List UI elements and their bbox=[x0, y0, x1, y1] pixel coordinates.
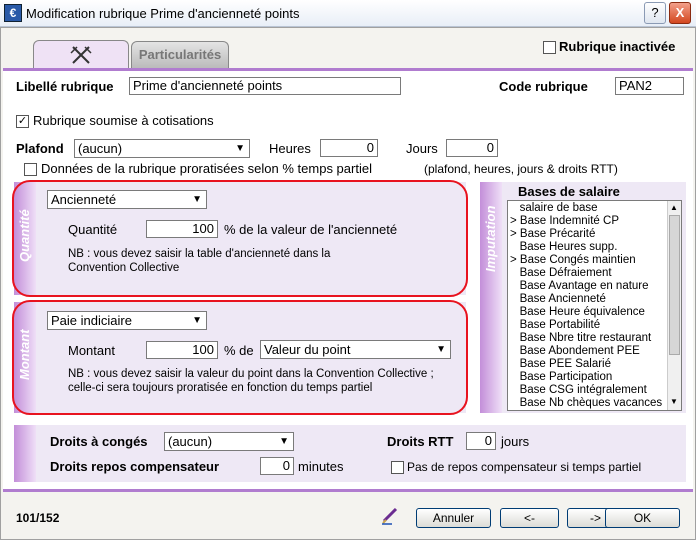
chevron-down-icon: ▼ bbox=[436, 344, 446, 355]
montant-type-selected: Paie indiciaire bbox=[51, 313, 132, 328]
help-button[interactable]: ? bbox=[644, 2, 666, 24]
prorata-checkbox[interactable] bbox=[24, 163, 37, 176]
window-title: Modification rubrique Prime d'ancienneté… bbox=[26, 6, 300, 21]
droits-conges-label: Droits à congés bbox=[50, 434, 148, 449]
list-item[interactable]: Base CSG intégralement bbox=[508, 384, 668, 397]
montant-suffix: % de bbox=[224, 343, 254, 358]
tab-particularites[interactable]: Particularités bbox=[131, 41, 229, 69]
list-item[interactable]: Base Avantage en nature bbox=[508, 280, 668, 293]
jours-input[interactable]: 0 bbox=[446, 139, 498, 157]
droits-rtt-label: Droits RTT bbox=[387, 434, 454, 449]
list-scrollbar[interactable]: ▲ ▼ bbox=[667, 201, 681, 410]
code-label: Code rubrique bbox=[499, 79, 588, 94]
prorata-note: (plafond, heures, jours & droits RTT) bbox=[424, 162, 618, 176]
chevron-down-icon: ▼ bbox=[235, 143, 245, 154]
rubrique-inactivee-label: Rubrique inactivée bbox=[559, 39, 676, 54]
bases-salaire-title: Bases de salaire bbox=[518, 184, 620, 199]
list-item[interactable]: salaire de base bbox=[508, 202, 668, 215]
imputation-side-bar: Imputation bbox=[480, 182, 502, 413]
chevron-down-icon: ▼ bbox=[192, 194, 202, 205]
scroll-up-icon[interactable]: ▲ bbox=[670, 203, 678, 212]
ok-button[interactable]: OK bbox=[605, 508, 680, 528]
plafond-label: Plafond bbox=[16, 141, 64, 156]
droits-rtt-suffix: jours bbox=[501, 434, 530, 449]
list-item[interactable]: Base Heure équivalence bbox=[508, 306, 668, 319]
list-item[interactable]: Base Nbre titre restaurant bbox=[508, 332, 668, 345]
jours-label: Jours bbox=[406, 141, 438, 156]
montant-note: NB : vous devez saisir la valeur du poin… bbox=[68, 368, 434, 394]
quantite-field-label: Quantité bbox=[68, 222, 118, 237]
droits-rtt-input[interactable]: 0 bbox=[466, 432, 496, 450]
footer-divider bbox=[3, 489, 693, 492]
plafond-select[interactable]: (aucun) ▼ bbox=[74, 139, 250, 158]
chevron-down-icon: ▼ bbox=[192, 315, 202, 326]
scroll-down-icon[interactable]: ▼ bbox=[670, 397, 678, 406]
pas-repos-checkbox[interactable] bbox=[391, 461, 404, 474]
droits-repos-suffix: minutes bbox=[298, 459, 344, 474]
previous-button[interactable]: <- bbox=[500, 508, 559, 528]
scroll-thumb[interactable] bbox=[669, 215, 680, 355]
quantite-type-selected: Ancienneté bbox=[51, 192, 117, 207]
list-item[interactable]: > Base Précarité bbox=[508, 228, 668, 241]
list-item[interactable]: Base Nb chèques vacances bbox=[508, 397, 668, 410]
montant-field-label: Montant bbox=[68, 343, 115, 358]
record-counter: 101/152 bbox=[16, 511, 60, 525]
annuler-button[interactable]: Annuler bbox=[416, 508, 491, 528]
list-item[interactable]: Base Ancienneté bbox=[508, 293, 668, 306]
list-item[interactable]: > Base Congés maintien bbox=[508, 254, 668, 267]
app-icon: € bbox=[4, 4, 22, 22]
rubrique-inactivee-checkbox[interactable] bbox=[543, 41, 556, 54]
quantite-suffix: % de la valeur de l'ancienneté bbox=[224, 222, 398, 237]
droits-conges-selected: (aucun) bbox=[168, 434, 213, 449]
list-item[interactable]: Base Participation bbox=[508, 371, 668, 384]
imputation-side-label: Imputation bbox=[483, 205, 498, 272]
quantite-note: NB : vous devez saisir la table d'ancien… bbox=[68, 248, 331, 274]
montant-input[interactable]: 100 bbox=[146, 341, 218, 359]
list-item[interactable]: Base Portabilité bbox=[508, 319, 668, 332]
pencil-icon[interactable] bbox=[380, 505, 400, 525]
heures-input[interactable]: 0 bbox=[320, 139, 378, 157]
cotisations-label: Rubrique soumise à cotisations bbox=[33, 113, 214, 128]
droits-repos-label: Droits repos compensateur bbox=[50, 459, 220, 474]
bases-salaire-list[interactable]: salaire de base > Base Indemnité CP > Ba… bbox=[507, 200, 682, 411]
close-button[interactable]: X bbox=[669, 2, 691, 24]
chevron-down-icon: ▼ bbox=[279, 436, 289, 447]
quantite-input[interactable]: 100 bbox=[146, 220, 218, 238]
droits-conges-select[interactable]: (aucun) ▼ bbox=[164, 432, 294, 451]
droits-repos-input[interactable]: 0 bbox=[260, 457, 294, 475]
montant-type-select[interactable]: Paie indiciaire ▼ bbox=[47, 311, 207, 330]
libelle-label: Libellé rubrique bbox=[16, 79, 114, 94]
tab-general[interactable] bbox=[33, 40, 129, 68]
pas-repos-label: Pas de repos compensateur si temps parti… bbox=[407, 460, 642, 474]
list-item[interactable]: > Base Indemnité CP bbox=[508, 215, 668, 228]
tools-icon bbox=[70, 46, 92, 64]
plafond-selected: (aucun) bbox=[78, 141, 123, 156]
list-item[interactable]: Base Abondement PEE bbox=[508, 345, 668, 358]
title-bar: € Modification rubrique Prime d'ancienne… bbox=[0, 0, 696, 27]
code-input[interactable]: PAN2 bbox=[615, 77, 684, 95]
montant-base-select[interactable]: Valeur du point ▼ bbox=[260, 340, 451, 359]
list-item[interactable]: Base Défraiement bbox=[508, 267, 668, 280]
cotisations-checkbox[interactable]: ✓ bbox=[16, 115, 29, 128]
quantite-type-select[interactable]: Ancienneté ▼ bbox=[47, 190, 207, 209]
list-item[interactable]: Base Heures supp. bbox=[508, 241, 668, 254]
list-item[interactable]: Base PEE Salarié bbox=[508, 358, 668, 371]
prorata-label: Données de la rubrique proratisées selon… bbox=[41, 161, 372, 176]
heures-label: Heures bbox=[269, 141, 311, 156]
droits-side-bar bbox=[14, 425, 36, 482]
montant-base-selected: Valeur du point bbox=[264, 342, 351, 357]
libelle-input[interactable]: Prime d'ancienneté points bbox=[129, 77, 401, 95]
